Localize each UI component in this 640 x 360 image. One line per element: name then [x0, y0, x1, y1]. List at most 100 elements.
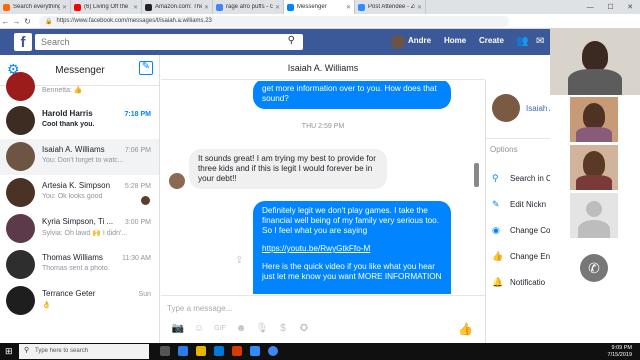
- video-call-panel: ✆: [550, 29, 640, 295]
- facebook-search-input[interactable]: Search ⚲: [35, 34, 303, 50]
- home-link[interactable]: Home: [444, 36, 466, 45]
- close-tab-icon[interactable]: ✕: [417, 4, 422, 11]
- contact-avatar: [169, 173, 185, 189]
- conversation-item[interactable]: Harold Harris Cool thank you. 7:18 PM: [0, 103, 159, 139]
- file-explorer-icon[interactable]: [196, 346, 206, 356]
- outgoing-message: get more information over to you. How do…: [253, 81, 451, 109]
- compose-icon[interactable]: ✎: [139, 61, 153, 75]
- message-text: get more information over to you. How do…: [262, 84, 437, 103]
- tab-favicon-icon: [358, 3, 365, 11]
- details-name[interactable]: Isaiah A: [526, 104, 550, 113]
- close-tab-icon[interactable]: ✕: [346, 4, 351, 11]
- edge-icon[interactable]: [178, 346, 188, 356]
- store-icon[interactable]: [214, 346, 224, 356]
- conversation-time: 11:30 AM: [121, 255, 151, 262]
- mic-icon[interactable]: 🎙: [255, 323, 269, 335]
- user-avatar[interactable]: [391, 35, 405, 49]
- gif-icon[interactable]: GIF: [213, 323, 227, 335]
- details-panel: Isaiah A Options ⚲ Search in C ✎ Edit Nickn…: [485, 80, 550, 343]
- taskbar-search-input[interactable]: ⚲ Type here to search: [19, 344, 149, 359]
- like-icon[interactable]: 👍: [458, 322, 473, 336]
- participant-placeholder: [570, 193, 618, 238]
- browser-tab[interactable]: Search everything on Sound✕: [0, 0, 71, 14]
- create-link[interactable]: Create: [479, 36, 504, 45]
- lock-icon: 🔒: [45, 18, 53, 25]
- game-icon[interactable]: ✪: [297, 323, 311, 335]
- messenger-icon[interactable]: ✉: [536, 36, 544, 47]
- tab-favicon-icon: [145, 3, 152, 11]
- conversation-snippet: Cool thank you.: [42, 121, 95, 128]
- message-text: It sounds great! I am trying my best to …: [198, 154, 376, 183]
- payment-icon[interactable]: $: [276, 323, 290, 335]
- forward-icon[interactable]: →: [11, 17, 22, 26]
- office-icon[interactable]: [232, 346, 242, 356]
- conversation-list: Bennetta: 👍 Harold Harris Cool thank you. 7…: [0, 72, 159, 319]
- avatar: [6, 214, 35, 243]
- camera-icon[interactable]: 📷: [171, 323, 185, 335]
- close-icon[interactable]: ✕: [627, 3, 633, 11]
- conversation-snippet: Sylvia: Oh lawd 🙌 I didn'...: [42, 230, 127, 237]
- close-tab-icon[interactable]: ✕: [62, 4, 67, 11]
- back-icon[interactable]: ←: [0, 17, 11, 26]
- conversation-item[interactable]: Thomas Williams Thomas sent a photo. 11:30…: [0, 247, 159, 283]
- search-icon[interactable]: ⚲: [288, 35, 295, 46]
- url-field[interactable]: 🔒 https://www.facebook.com/messages/t/is…: [39, 15, 509, 27]
- browser-tab[interactable]: (6) Living Off the Top of the✕: [71, 0, 142, 14]
- conversation-list-panel: ⚙ Messenger ✎ Bennetta: 👍 Harold Harris Co…: [0, 55, 160, 343]
- conversation-snippet: Bennetta: 👍: [42, 87, 83, 94]
- divider: [486, 138, 550, 139]
- screen: Search everything on Sound✕(6) Living Of…: [0, 0, 640, 360]
- conversation-name: Harold Harris: [42, 109, 93, 118]
- zoom-icon[interactable]: [250, 346, 260, 356]
- phone-icon[interactable]: ✆: [580, 254, 608, 282]
- close-tab-icon[interactable]: ✕: [204, 4, 209, 11]
- conversation-item[interactable]: Artesia K. Simpson You: Ok looks good 5:28…: [0, 175, 159, 211]
- details-option[interactable]: 👍 Change En: [492, 251, 550, 262]
- conversation-item[interactable]: Kyria Simpson, Ti ... Sylvia: Oh lawd 🙌 I…: [0, 211, 159, 247]
- composer-tools: 📷 ☺ GIF ☻ 🎙 $ ✪: [171, 323, 311, 335]
- video-link[interactable]: https://youtu.be/RwyGtkFfo-M: [262, 244, 370, 253]
- message-input[interactable]: Type a message...: [167, 304, 232, 313]
- tab-favicon-icon: [74, 3, 81, 11]
- sticker-icon[interactable]: ☺: [192, 323, 206, 335]
- close-tab-icon[interactable]: ✕: [275, 4, 280, 11]
- conversation-item[interactable]: Terrance Geter 👌 Sun: [0, 283, 159, 319]
- participant-video: [570, 97, 618, 142]
- browser-tab[interactable]: Amazon.com: The Lion In Yo✕: [142, 0, 213, 14]
- conversation-item[interactable]: Bennetta: 👍: [0, 72, 159, 103]
- details-option[interactable]: ◉ Change Co: [492, 225, 550, 236]
- maximize-icon[interactable]: ☐: [607, 3, 613, 11]
- clock-date: 7/15/2019: [607, 352, 632, 358]
- details-option-label: Change En: [510, 252, 550, 261]
- browser-tab[interactable]: Post Attendee - Zoom✕: [355, 0, 426, 14]
- browser-tab[interactable]: Messenger ✕: [284, 0, 355, 14]
- reload-icon[interactable]: ↻: [22, 17, 33, 26]
- details-option[interactable]: 🔔 Notificatio: [492, 277, 545, 288]
- minimize-icon[interactable]: —: [587, 4, 594, 11]
- conversation-item[interactable]: Isaiah A. Williams You: Don't forget to w…: [0, 139, 159, 175]
- browser-tab[interactable]: rage afro puffs - Google Se✕: [213, 0, 284, 14]
- like-icon: 👍: [492, 251, 504, 261]
- profile-link[interactable]: Andre: [408, 36, 431, 45]
- friends-icon[interactable]: 👥: [516, 36, 528, 47]
- close-tab-icon[interactable]: ✕: [133, 4, 138, 11]
- chrome-icon[interactable]: [268, 346, 278, 356]
- thread-scrollbar[interactable]: [474, 163, 479, 187]
- facebook-logo[interactable]: f: [14, 33, 32, 51]
- emoji-icon[interactable]: ☻: [234, 323, 248, 335]
- conversation-snippet: You: Ok looks good: [42, 193, 103, 200]
- message-text: Here is the quick video if you like what…: [262, 262, 442, 281]
- contact-avatar[interactable]: [492, 94, 520, 122]
- conversation-time: 3:00 PM: [124, 219, 151, 226]
- task-view-icon[interactable]: [160, 346, 170, 356]
- share-icon[interactable]: ⇪: [235, 255, 243, 266]
- tab-title: Amazon.com: The Lion In Yo: [155, 4, 202, 10]
- search-icon: ⚲: [24, 347, 30, 354]
- url-text: https://www.facebook.com/messages/t/isai…: [56, 18, 212, 24]
- details-option[interactable]: ⚲ Search in C: [492, 173, 550, 184]
- conversation-time: 7:06 PM: [124, 147, 151, 154]
- windows-start-icon[interactable]: ⊞: [5, 346, 13, 357]
- conversation-name: Artesia K. Simpson: [42, 181, 111, 190]
- system-clock[interactable]: 9:09 PM 7/15/2019: [608, 345, 632, 359]
- details-option[interactable]: ✎ Edit Nickn: [492, 199, 546, 210]
